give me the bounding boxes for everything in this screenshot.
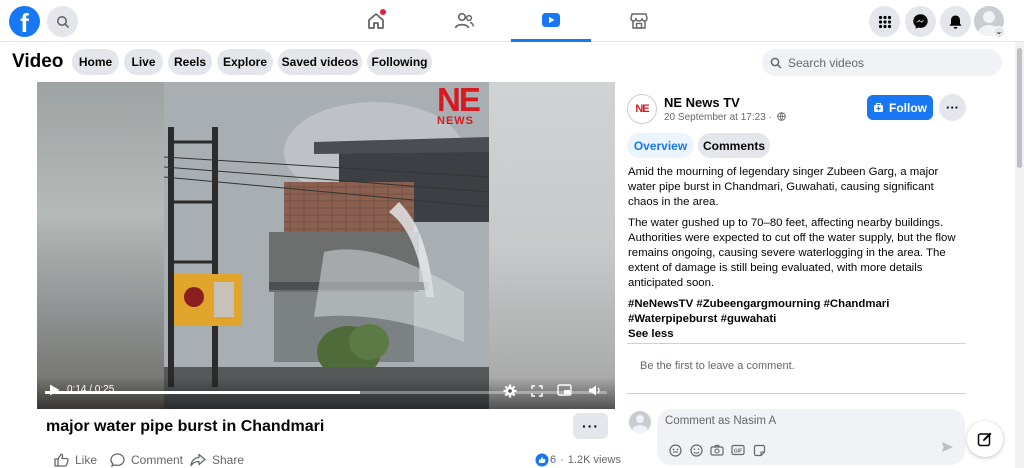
description-paragraph: Amid the mourning of legendary singer Zu… xyxy=(628,166,939,208)
camera-icon[interactable] xyxy=(709,442,725,458)
fullscreen-icon[interactable] xyxy=(531,385,543,397)
new-message-button[interactable] xyxy=(967,421,1003,457)
top-navigation: f ⌄ xyxy=(0,0,1024,42)
follow-icon xyxy=(874,102,883,112)
pill-explore[interactable]: Explore xyxy=(217,49,273,75)
compose-edit-icon xyxy=(977,432,992,447)
like-reaction-icon[interactable] xyxy=(535,453,549,467)
reaction-count[interactable]: 6 xyxy=(550,454,556,466)
post-description: Amid the mourning of legendary singer Zu… xyxy=(628,165,964,342)
hashtags[interactable]: #NeNewsTV #Zubeengargmourning #Chandmari… xyxy=(628,297,964,327)
post-more-button[interactable]: ··· xyxy=(939,94,966,121)
video-controls: 0:14 / 0:25 xyxy=(37,377,615,409)
pill-reels[interactable]: Reels xyxy=(168,49,212,75)
page-scrollbar[interactable] xyxy=(1015,42,1024,468)
notification-dot xyxy=(380,9,386,15)
commenter-avatar[interactable] xyxy=(629,411,651,433)
pill-following[interactable]: Following xyxy=(367,49,432,75)
avatar-sticker-icon[interactable] xyxy=(667,442,683,458)
search-icon[interactable] xyxy=(47,6,78,37)
gif-icon[interactable]: GIF xyxy=(730,442,746,458)
empty-comments-text: Be the first to leave a comment. xyxy=(640,360,795,372)
divider xyxy=(627,393,966,394)
marketplace-icon xyxy=(630,13,648,29)
video-header: Video Home Live Reels Explore Saved vide… xyxy=(0,42,1024,82)
divider xyxy=(627,343,966,344)
nav-tab-video[interactable] xyxy=(511,0,591,42)
picture-in-picture-icon[interactable] xyxy=(557,384,572,397)
nav-tab-home[interactable] xyxy=(336,0,416,42)
play-icon[interactable] xyxy=(49,384,60,396)
nav-tab-friends[interactable] xyxy=(424,0,504,42)
like-label: Like xyxy=(75,453,98,467)
description-paragraph: The water gushed up to 70–80 feet, affec… xyxy=(628,217,956,289)
page-avatar[interactable]: NE xyxy=(627,94,657,124)
progress-bar[interactable] xyxy=(45,391,607,394)
search-videos-box[interactable] xyxy=(762,49,1002,76)
video-player[interactable]: NE NEWS 0:14 / 0:25 xyxy=(37,82,615,409)
pill-home[interactable]: Home xyxy=(72,49,119,75)
see-less-link[interactable]: See less xyxy=(628,327,964,342)
svg-text:GIF: GIF xyxy=(734,449,742,455)
follow-button[interactable]: Follow xyxy=(867,95,933,120)
send-icon[interactable] xyxy=(941,441,954,453)
video-title: major water pipe burst in Chandmari xyxy=(46,418,325,435)
ne-news-watermark: NE NEWS xyxy=(437,82,481,127)
view-count: 1.2K views xyxy=(567,454,621,466)
comment-composer[interactable]: GIF xyxy=(657,409,965,465)
video-timecode: 0:14 / 0:25 xyxy=(67,384,115,395)
video-blur-right xyxy=(489,82,615,409)
page-title: Video xyxy=(12,51,64,72)
messenger-icon[interactable] xyxy=(905,6,936,37)
pill-live[interactable]: Live xyxy=(124,49,163,75)
video-icon xyxy=(542,12,560,27)
video-stats: 6 · 1.2K views xyxy=(535,453,621,467)
video-frame: NE NEWS xyxy=(164,82,489,409)
comment-label: Comment xyxy=(131,453,184,467)
video-blur-left xyxy=(37,82,164,409)
comment-button[interactable]: Comment xyxy=(110,453,183,467)
share-button[interactable]: Share xyxy=(190,453,244,467)
globe-icon xyxy=(776,112,786,121)
chevron-down-icon[interactable]: ⌄ xyxy=(993,26,1005,38)
page-name-link[interactable]: NE News TV xyxy=(664,95,740,110)
settings-gear-icon[interactable] xyxy=(503,384,517,398)
sticker-icon[interactable] xyxy=(751,442,767,458)
video-more-button[interactable]: ··· xyxy=(573,413,608,439)
comment-input[interactable] xyxy=(665,415,945,427)
post-date-text: 20 September at 17:23 · xyxy=(664,112,772,123)
thumbs-up-icon xyxy=(54,453,69,467)
friends-icon xyxy=(454,12,475,29)
like-button[interactable]: Like xyxy=(54,453,97,467)
notifications-bell-icon[interactable] xyxy=(940,6,971,37)
search-videos-input[interactable] xyxy=(788,55,988,70)
search-icon xyxy=(770,57,782,69)
nav-tab-marketplace[interactable] xyxy=(599,0,679,42)
share-arrow-icon xyxy=(190,453,206,467)
pill-saved-videos[interactable]: Saved videos xyxy=(278,49,362,75)
tab-comments[interactable]: Comments xyxy=(698,133,770,158)
emoji-icon[interactable] xyxy=(688,442,704,458)
follow-label: Follow xyxy=(889,100,927,115)
post-timestamp[interactable]: 20 September at 17:23 · xyxy=(664,112,786,123)
comment-bubble-icon xyxy=(110,453,125,467)
share-label: Share xyxy=(212,453,245,467)
volume-icon[interactable] xyxy=(588,384,602,397)
facebook-logo[interactable]: f xyxy=(9,6,40,37)
tab-overview[interactable]: Overview xyxy=(627,133,694,158)
menu-grid-icon[interactable] xyxy=(869,6,900,37)
